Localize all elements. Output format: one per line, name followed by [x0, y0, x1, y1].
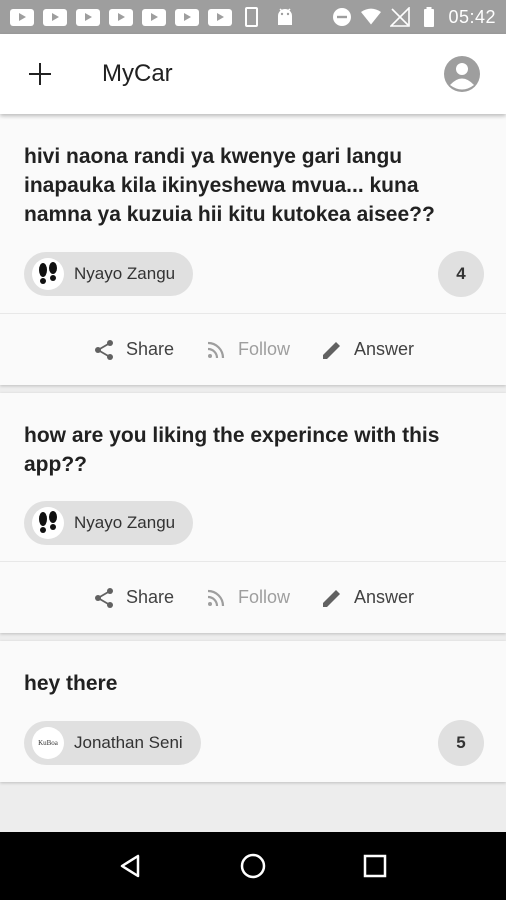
recents-icon[interactable]: [360, 851, 390, 881]
answer-button[interactable]: Answer: [320, 338, 414, 362]
youtube-icon: [175, 8, 199, 26]
action-row: Share Follow Answer: [0, 561, 506, 633]
answer-count-badge: 5: [438, 720, 484, 766]
system-icons: 05:42: [332, 7, 496, 28]
author-chip[interactable]: Nyayo Zangu: [24, 501, 194, 545]
home-icon[interactable]: [238, 851, 268, 881]
action-row: Share Follow Answer: [0, 313, 506, 385]
author-chip[interactable]: Nyayo Zangu: [24, 252, 194, 296]
follow-label: Follow: [238, 587, 291, 607]
author-name: Nyayo Zangu: [74, 264, 176, 283]
youtube-icon: [10, 8, 34, 26]
profile-logo-icon: KuBoa: [32, 727, 64, 759]
phone-icon: [245, 7, 258, 27]
question-text[interactable]: hivi naona randi ya kwenye gari langu in…: [24, 142, 484, 229]
rss-icon: [207, 341, 225, 358]
youtube-icon: [109, 8, 133, 26]
question-text[interactable]: hey there: [24, 669, 484, 698]
status-bar: 05:42: [0, 0, 506, 34]
follow-button[interactable]: Follow: [204, 338, 290, 362]
share-label: Share: [125, 587, 174, 607]
rss-icon: [207, 589, 225, 606]
question-card[interactable]: hey there KuBoa Jonathan Seni 5: [0, 641, 506, 782]
battery-icon: [424, 7, 435, 27]
answer-label: Answer: [354, 339, 415, 359]
youtube-icon: [208, 8, 232, 26]
answer-button[interactable]: Answer: [320, 586, 414, 610]
account-circle-icon[interactable]: [444, 56, 480, 92]
back-icon[interactable]: [116, 851, 146, 881]
question-card[interactable]: how are you liking the experince with th…: [0, 393, 506, 633]
follow-button[interactable]: Follow: [204, 586, 290, 610]
question-card[interactable]: hivi naona randi ya kwenye gari langu in…: [0, 114, 506, 385]
author-name: Jonathan Seni: [74, 733, 183, 752]
youtube-icon: [76, 8, 100, 26]
android-icon: [278, 8, 292, 25]
question-feed: hivi naona randi ya kwenye gari langu in…: [0, 114, 506, 832]
wifi-icon: [361, 8, 382, 25]
share-label: Share: [125, 339, 174, 359]
pencil-icon: [323, 589, 341, 607]
question-text[interactable]: how are you liking the experince with th…: [24, 421, 484, 479]
share-button[interactable]: Share: [92, 586, 174, 610]
answer-count-badge: 4: [438, 251, 484, 297]
author-chip[interactable]: KuBoa Jonathan Seni: [24, 721, 201, 765]
follow-label: Follow: [238, 339, 291, 359]
app-title: MyCar: [102, 60, 173, 87]
notification-area: [10, 7, 295, 27]
youtube-icon: [43, 8, 67, 26]
footprints-icon: [32, 258, 64, 290]
app-bar: MyCar: [0, 34, 506, 114]
share-icon: [94, 339, 113, 360]
author-name: Nyayo Zangu: [74, 513, 176, 532]
add-icon[interactable]: [28, 62, 52, 86]
do-not-disturb-icon: [333, 8, 352, 26]
no-signal-icon: [390, 7, 411, 27]
footprints-icon: [32, 507, 64, 539]
clock: 05:42: [448, 6, 496, 27]
share-icon: [94, 587, 113, 608]
share-button[interactable]: Share: [92, 338, 174, 362]
system-nav-bar: [0, 832, 506, 900]
pencil-icon: [323, 341, 341, 359]
youtube-icon: [142, 8, 166, 26]
answer-label: Answer: [354, 587, 415, 607]
